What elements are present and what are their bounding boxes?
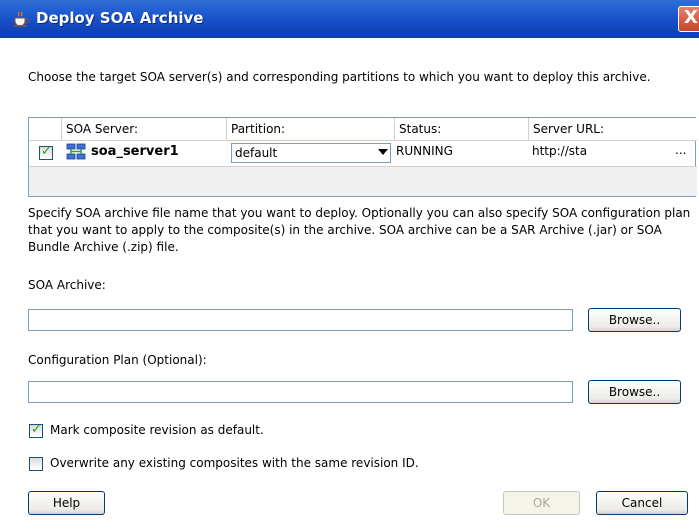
mark-default-label: Mark composite revision as default. bbox=[50, 423, 264, 437]
column-header-server: SOA Server: bbox=[62, 118, 227, 140]
soa-archive-label: SOA Archive: bbox=[28, 278, 106, 292]
server-cluster-icon bbox=[66, 143, 86, 160]
close-button[interactable]: X bbox=[678, 6, 699, 32]
server-table: SOA Server: Partition: Status: Server UR… bbox=[28, 117, 697, 197]
table-header: SOA Server: Partition: Status: Server UR… bbox=[29, 118, 697, 141]
header-checkbox-col bbox=[29, 118, 62, 140]
partition-select[interactable]: default bbox=[231, 143, 391, 163]
table-empty-area bbox=[29, 167, 697, 196]
checkmark-icon: ✓ bbox=[41, 144, 52, 159]
config-plan-label: Configuration Plan (Optional): bbox=[28, 353, 207, 367]
mark-default-checkbox[interactable]: ✓ bbox=[29, 422, 43, 438]
window-title: Deploy SOA Archive bbox=[36, 9, 204, 27]
intro-text: Choose the target SOA server(s) and corr… bbox=[28, 70, 651, 84]
table-row[interactable]: ✓ soa_server1 default RUNNING http://sta… bbox=[29, 140, 697, 167]
server-status: RUNNING bbox=[396, 144, 453, 158]
partition-value: default bbox=[235, 146, 278, 160]
dropdown-arrow-icon bbox=[378, 149, 388, 155]
overwrite-checkbox[interactable] bbox=[29, 457, 43, 471]
description-text: Specify SOA archive file name that you w… bbox=[28, 206, 691, 254]
ok-button[interactable]: OK bbox=[503, 491, 580, 515]
deploy-dialog: Deploy SOA Archive X Choose the target S… bbox=[0, 0, 699, 529]
overwrite-label: Overwrite any existing composites with t… bbox=[50, 456, 419, 470]
coffee-cup-icon bbox=[14, 11, 30, 27]
config-plan-input[interactable] bbox=[28, 381, 573, 403]
column-header-partition: Partition: bbox=[227, 118, 395, 140]
soa-archive-input[interactable] bbox=[28, 309, 573, 331]
server-select-checkbox[interactable]: ✓ bbox=[39, 144, 53, 160]
column-header-url: Server URL: bbox=[533, 122, 605, 136]
server-name: soa_server1 bbox=[91, 144, 179, 159]
server-url: http://sta bbox=[532, 144, 588, 158]
close-icon: X bbox=[684, 7, 698, 28]
config-plan-browse-button[interactable]: Browse.. bbox=[588, 380, 681, 404]
soa-archive-browse-button[interactable]: Browse.. bbox=[588, 308, 681, 332]
url-more-button[interactable]: ... bbox=[675, 143, 686, 157]
cancel-button[interactable]: Cancel bbox=[596, 491, 688, 515]
title-bar: Deploy SOA Archive X bbox=[0, 0, 699, 38]
column-header-status: Status: bbox=[395, 118, 529, 140]
checkmark-icon: ✓ bbox=[31, 422, 42, 437]
help-button[interactable]: Help bbox=[28, 491, 105, 515]
